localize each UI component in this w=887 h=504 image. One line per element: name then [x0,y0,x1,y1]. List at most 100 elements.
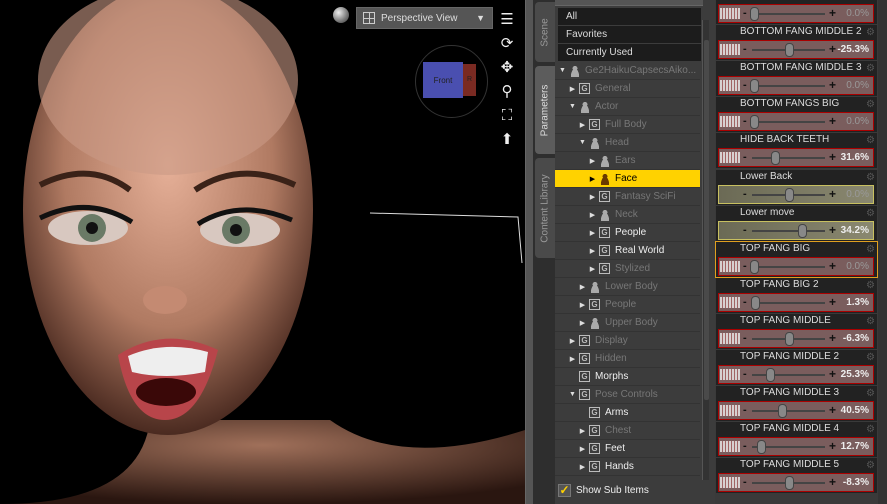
increment-button[interactable]: + [829,6,836,20]
decrement-button[interactable]: - [743,368,747,380]
expand-arrow-icon[interactable]: ▶ [568,337,577,345]
scrollbar-thumb[interactable] [704,40,709,400]
slider-track[interactable] [752,404,825,419]
tree-item[interactable]: ▼ Actor [555,98,700,116]
orbit-icon[interactable]: ⟳ [497,32,517,56]
slider-box[interactable]: - + 0.0% [718,184,874,204]
increment-button[interactable]: + [829,150,836,164]
tree-item[interactable]: ▶ Ears [555,152,700,170]
decrement-button[interactable]: - [743,43,747,55]
slider-box[interactable]: - + -25.3% [718,40,874,60]
decrement-button[interactable]: - [743,440,747,452]
gear-icon[interactable]: ⚙ [866,352,875,363]
slider-knob[interactable] [784,187,794,202]
tree-item[interactable]: ▶ G Real World [555,242,700,260]
3d-viewport[interactable]: Perspective View ▼ Front R ☰ ⟳ ✥ ⚲ ⛶ ⬆ [0,0,525,504]
slider-box[interactable]: - + 0.0% [718,76,874,96]
tree-item[interactable]: ▶ G Feet [555,440,700,458]
parameter-slider[interactable]: TOP FANG MIDDLE 2 ⚙ - + 25.3% [716,350,877,385]
slider-track[interactable] [752,331,825,346]
slider-knob[interactable] [766,368,776,382]
decrement-button[interactable]: - [743,79,747,91]
expand-arrow-icon[interactable]: ▶ [578,427,587,435]
slider-track[interactable] [750,259,825,274]
parameter-slider[interactable]: Lower Back ⚙ - + 0.0% [716,169,877,205]
collapse-arrow-icon[interactable]: ▼ [578,139,587,146]
slider-track[interactable] [750,115,825,130]
expand-arrow-icon[interactable]: ▶ [568,355,577,363]
increment-button[interactable]: + [829,187,836,201]
parameter-slider[interactable]: BOTTOM FANG MIDDLE 2 ⚙ - + -25.3% [716,25,877,61]
tree-item[interactable]: ▶ G Chest [555,422,700,440]
params-scrollbar[interactable] [878,0,887,504]
expand-arrow-icon[interactable]: ▶ [588,175,597,183]
increment-button[interactable]: + [829,439,836,453]
tab-content-library[interactable]: Content Library [535,158,555,258]
slider-knob[interactable] [750,295,760,310]
gear-icon[interactable]: ⚙ [866,244,875,255]
slider-knob[interactable] [750,259,760,274]
slider-box[interactable]: - + -8.3% [718,473,874,493]
reset-icon[interactable]: ⬆ [497,128,517,152]
parameter-value[interactable]: -25.3% [837,44,869,55]
slider-box[interactable]: - + 0.0% [718,256,874,276]
slider-box[interactable]: - + 40.5% [718,401,874,421]
decrement-button[interactable]: - [743,332,747,344]
expand-arrow-icon[interactable]: ▶ [578,445,587,453]
increment-button[interactable]: + [829,403,836,417]
tree-item[interactable]: ▶ G People [555,224,700,242]
view-select[interactable]: Perspective View ▼ [356,7,493,29]
parameter-value[interactable]: -6.3% [843,333,869,344]
slider-knob[interactable] [771,151,781,166]
slider-box[interactable]: - + 12.7% [718,437,874,457]
tree-item[interactable]: ▼ G Pose Controls [555,386,700,404]
decrement-button[interactable]: - [743,260,747,272]
parameter-slider[interactable]: BOTTOM FANG MIDDLE 3 ⚙ - + 0.0% [716,61,877,97]
slider-knob[interactable] [777,404,787,419]
parameter-slider[interactable]: BOTTOM FANGS BIG ⚙ - + 0.0% [716,97,877,133]
slider-track[interactable] [752,223,825,238]
increment-button[interactable]: + [829,223,836,237]
gear-icon[interactable]: ⚙ [866,63,875,74]
filter-favorites[interactable]: Favorites [558,26,701,43]
tree-item[interactable]: ▶ Lower Body [555,278,700,296]
parameter-slider[interactable]: TOP FANG BIG 2 ⚙ - + 1.3% [716,277,877,313]
tree-scrollbar[interactable] [702,20,709,480]
parameter-value[interactable]: 0.0% [846,8,869,19]
frame-icon[interactable]: ⛶ [497,104,517,128]
parameter-value[interactable]: 0.0% [846,189,869,200]
slider-track[interactable] [750,295,825,310]
slider-track[interactable] [750,79,825,94]
increment-button[interactable]: + [829,42,836,56]
slider-knob[interactable] [784,331,794,346]
parameter-slider[interactable]: HIDE BACK TEETH ⚙ - + 31.6% [716,133,877,169]
slider-knob[interactable] [757,440,767,455]
panel-splitter[interactable] [525,0,533,504]
parameter-slider[interactable]: TOP FANG BIG ⚙ - + 0.0% [715,240,878,278]
gear-icon[interactable]: ⚙ [866,27,875,38]
decrement-button[interactable]: - [743,404,747,416]
view-cube-side[interactable]: R [463,64,476,96]
gear-icon[interactable]: ⚙ [866,280,875,291]
decrement-button[interactable]: - [743,188,747,200]
tab-parameters[interactable]: Parameters [535,66,555,154]
tree-item[interactable]: ▶ G General [555,80,700,98]
expand-arrow-icon[interactable]: ▶ [578,301,587,309]
slider-knob[interactable] [797,223,807,238]
zoom-icon[interactable]: ⚲ [497,80,517,104]
tree-item[interactable]: ▶ G Display [555,332,700,350]
parameter-value[interactable]: 0.0% [846,116,869,127]
slider-box[interactable]: - + -6.3% [718,328,874,348]
parameter-value[interactable]: 34.2% [841,225,869,236]
tree-item[interactable]: G Morphs [555,368,700,386]
increment-button[interactable]: + [829,331,836,345]
pan-icon[interactable]: ✥ [497,56,517,80]
slider-track[interactable] [752,43,825,58]
increment-button[interactable]: + [829,475,836,489]
slider-box[interactable]: - + 25.3% [718,365,874,384]
slider-track[interactable] [752,476,825,491]
gear-icon[interactable]: ⚙ [866,208,875,219]
gear-icon[interactable]: ⚙ [866,135,875,146]
tree-item[interactable]: ▶ G People [555,296,700,314]
slider-box[interactable]: - + 0.0% [718,4,874,23]
